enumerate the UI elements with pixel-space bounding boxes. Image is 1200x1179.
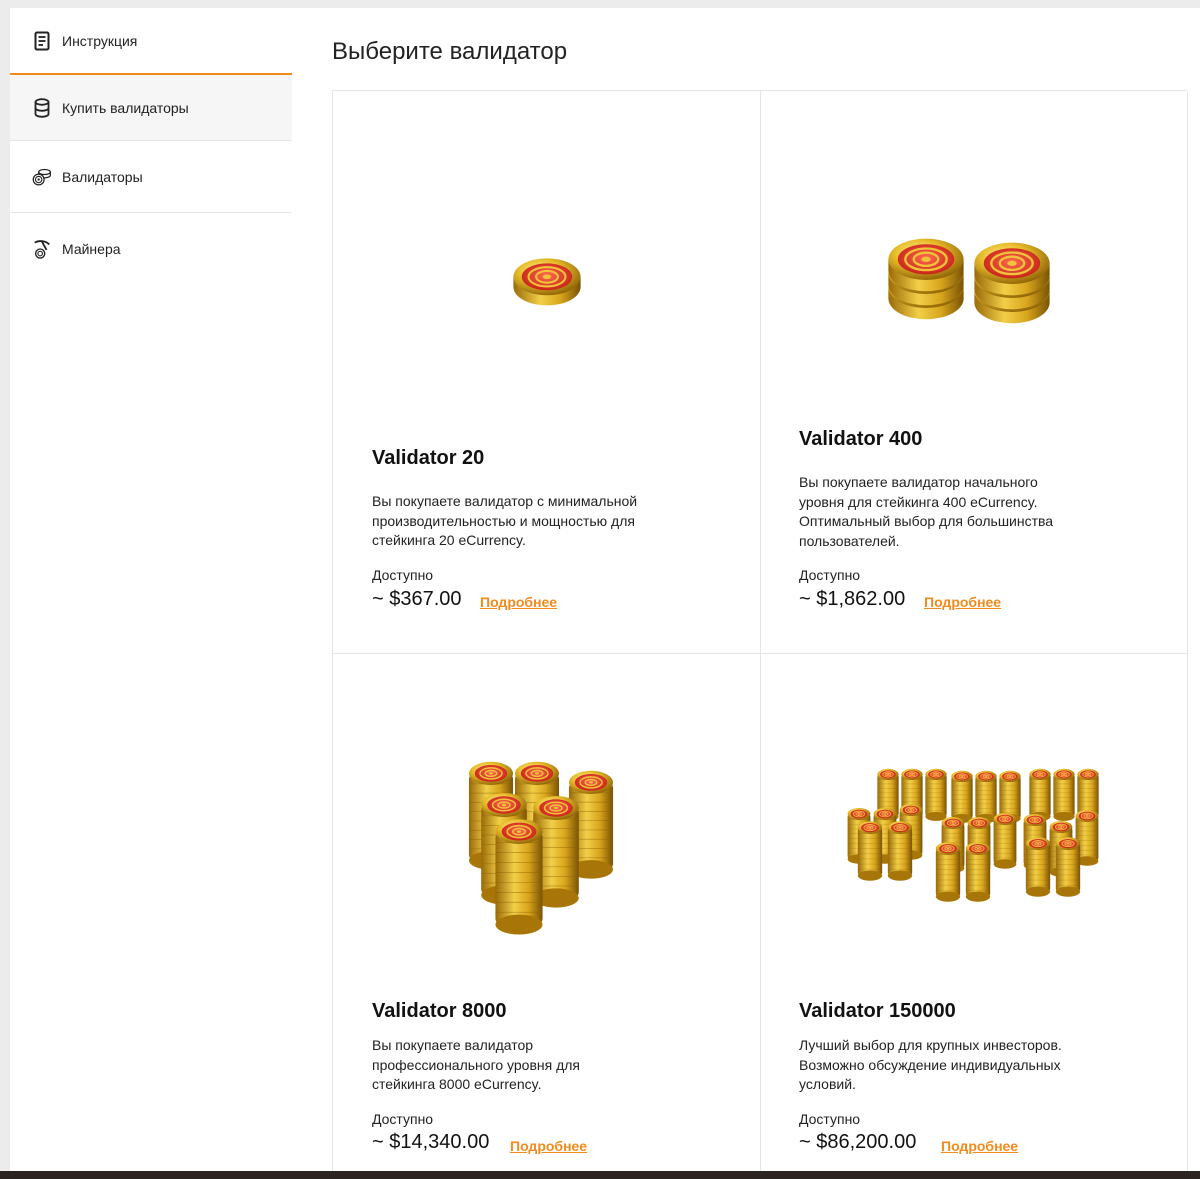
database-icon [32,97,52,118]
validator-price: ~ $367.00 [372,588,462,610]
validator-description: Вы покупаете валидатор профессионального… [372,1037,581,1092]
availability-label: Доступно [372,567,434,583]
validator-card: Validator 150000 Лучший выбор для крупны… [760,654,1188,1172]
sidebar-item-label: Инструкция [62,32,138,49]
availability-label: Доступно [799,567,861,583]
coins-icon [32,167,52,187]
availability-label: Доступно [799,1111,861,1127]
details-link[interactable]: Подробнее [510,1138,587,1154]
validator-grid: Validator 20 Вы покупаете валидатор с ми… [332,90,1188,1172]
validator-name: Validator 150000 [799,1000,956,1022]
main-content: Выберите валидатор Validator 20 Вы покуп… [292,8,1200,1172]
page-title: Выберите валидатор [332,38,568,65]
coin-image [333,251,760,311]
availability-label: Доступно [372,1111,434,1127]
coin-field-image [760,766,1187,916]
taskbar-strip [0,1171,1200,1179]
sidebar: Инструкция Купить валидаторы Валидаторы … [10,8,292,1171]
validator-description: Вы покупаете валидатор с минимальной про… [372,493,638,548]
validator-price: ~ $14,340.00 [372,1131,490,1153]
pickaxe-icon [32,239,52,259]
coin-stacks-image [760,221,1187,331]
sidebar-item-label: Майнера [62,241,121,257]
document-icon [32,31,52,51]
details-link[interactable]: Подробнее [480,594,557,610]
validator-price: ~ $86,200.00 [799,1131,917,1153]
validator-price: ~ $1,862.00 [799,588,906,610]
validator-description: Лучший выбор для крупных инвесторов. Воз… [799,1037,1062,1092]
sidebar-item-buy-validators[interactable]: Купить валидаторы [10,75,292,141]
validator-name: Validator 400 [799,428,923,450]
validator-name: Validator 20 [372,447,485,469]
validator-card: Validator 400 Вы покупаете валидатор нач… [760,91,1188,654]
validator-description: Вы покупаете валидатор начального уровня… [799,474,1054,549]
details-link[interactable]: Подробнее [941,1138,1018,1154]
sidebar-item-label: Купить валидаторы [62,99,189,116]
validator-card: Validator 20 Вы покупаете валидатор с ми… [333,91,761,654]
sidebar-item-label: Валидаторы [62,168,143,185]
sidebar-item-instructions[interactable]: Инструкция [10,8,292,75]
sidebar-item-validators[interactable]: Валидаторы [10,141,292,213]
validator-card: Validator 8000 Вы покупаете валидатор пр… [333,654,761,1172]
details-link[interactable]: Подробнее [924,594,1001,610]
coin-columns-image [333,754,760,954]
sidebar-item-miners[interactable]: Майнера [10,213,292,285]
validator-name: Validator 8000 [372,1000,507,1022]
